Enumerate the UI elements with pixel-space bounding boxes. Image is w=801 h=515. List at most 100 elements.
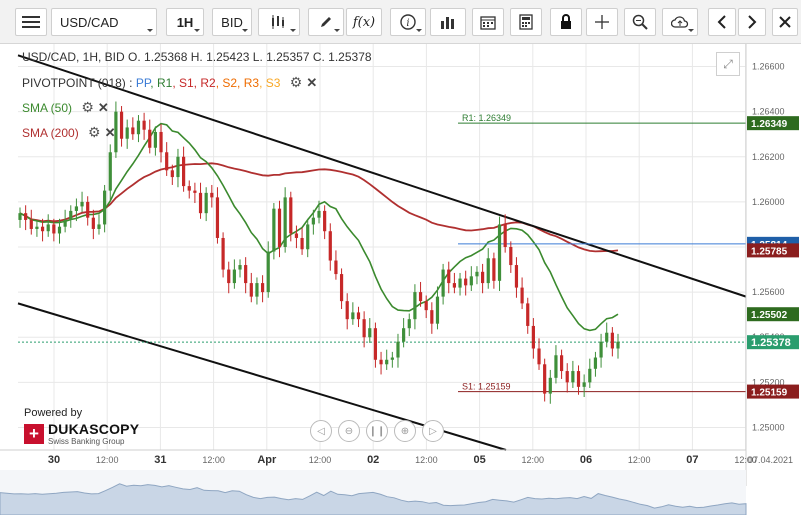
pivot-label: PIVOTPOINT (018): [22, 76, 126, 90]
info-icon[interactable]: i: [390, 8, 426, 36]
x-tick-label: 31: [154, 454, 166, 466]
candle-body: [593, 357, 598, 369]
zoom-icon[interactable]: [624, 8, 656, 36]
function-icon[interactable]: f(x): [346, 8, 382, 36]
pause-icon[interactable]: ❙❙: [366, 420, 388, 442]
candle: [599, 333, 603, 368]
candle: [497, 216, 502, 291]
candle: [283, 187, 287, 253]
x-tick-label: 05: [473, 454, 485, 466]
candle-body: [548, 377, 552, 394]
cloud-upload-icon[interactable]: [662, 8, 698, 36]
candle-body: [283, 197, 287, 247]
price-tag-label: 1.25159: [751, 388, 788, 399]
y-tick-label: 1.25600: [752, 287, 785, 297]
candle: [232, 259, 236, 289]
candle-body: [18, 213, 22, 220]
candle-body: [63, 219, 67, 227]
candle-body: [108, 152, 112, 191]
candle: [334, 250, 338, 280]
candle-body: [486, 258, 490, 284]
candle-body: [260, 283, 265, 293]
zoom-in-icon[interactable]: ⊕: [394, 420, 416, 442]
candle: [379, 351, 383, 375]
candle: [475, 266, 479, 285]
candle-body: [492, 258, 496, 281]
candle-body: [170, 170, 174, 178]
candle: [210, 184, 214, 208]
candle-body: [232, 269, 236, 284]
candle: [323, 205, 327, 240]
chevron-left-icon[interactable]: ◁: [310, 420, 332, 442]
candle-body: [187, 186, 191, 191]
candle-body: [418, 292, 423, 302]
ohlc-readout: USD/CAD, 1H, BID O. 1.25368 H. 1.25423 L…: [22, 50, 372, 64]
close-icon[interactable]: ✕: [105, 125, 116, 141]
hamburger-menu-icon[interactable]: [15, 8, 47, 36]
candle-body: [40, 226, 45, 232]
calculator-icon[interactable]: [510, 8, 542, 36]
candle-body: [599, 341, 603, 358]
candle: [198, 182, 203, 219]
timeframe-selector[interactable]: 1H: [166, 8, 204, 36]
candle-body: [447, 269, 451, 284]
price-tag: 1.25159: [747, 384, 799, 399]
instrument-selector[interactable]: USD/CAD: [51, 8, 157, 36]
candle: [272, 203, 276, 260]
candle-body: [576, 371, 581, 387]
candle-body: [520, 287, 524, 304]
brand-sub: Swiss Banking Group: [48, 437, 125, 446]
candle-body: [582, 382, 586, 387]
candle: [193, 182, 197, 204]
pivot-item: , R3: [237, 76, 260, 90]
candle: [503, 214, 507, 253]
candle-body: [317, 210, 321, 218]
candle-body: [69, 210, 73, 220]
candle: [610, 327, 614, 357]
candle: [182, 146, 186, 192]
calendar-icon[interactable]: [472, 8, 504, 36]
candle: [402, 318, 406, 348]
candle-body: [119, 111, 124, 139]
candle-body: [86, 201, 90, 218]
candle: [526, 297, 530, 334]
candle: [588, 358, 592, 388]
zoom-out-icon[interactable]: ⊖: [338, 420, 360, 442]
bar-chart-icon[interactable]: [430, 8, 466, 36]
gear-icon[interactable]: ⚙: [290, 74, 303, 91]
crosshair-icon[interactable]: [586, 8, 618, 36]
candle: [509, 241, 513, 273]
candle-body: [379, 359, 383, 365]
candle: [260, 275, 265, 303]
lock-icon[interactable]: [550, 8, 582, 36]
candle-body: [554, 355, 558, 378]
candle-body: [441, 269, 445, 297]
pencil-icon[interactable]: [308, 8, 344, 36]
candle: [244, 257, 248, 294]
x-tick-label: 12:00: [309, 455, 332, 465]
candle: [492, 252, 496, 289]
gear-icon[interactable]: ⚙: [81, 99, 94, 116]
candle-body: [193, 190, 197, 193]
close-icon[interactable]: [772, 8, 798, 36]
candle-body: [125, 127, 129, 139]
candle: [294, 225, 299, 249]
chevron-left-icon[interactable]: [708, 8, 736, 36]
close-icon[interactable]: ✕: [98, 100, 109, 116]
price-tag-label: 1.25785: [751, 246, 788, 257]
pivot-sep: :: [125, 76, 136, 90]
candle: [328, 223, 332, 271]
expand-icon[interactable]: ⤢: [716, 52, 740, 76]
pivot-r1-label: R1: 1.26349: [462, 113, 511, 123]
chevron-right-icon[interactable]: [738, 8, 766, 36]
price-side-selector[interactable]: BID: [212, 8, 252, 36]
close-icon[interactable]: ✕: [306, 75, 317, 91]
candle-body: [311, 217, 315, 225]
candlestick-icon[interactable]: [258, 8, 300, 36]
gear-icon[interactable]: ⚙: [88, 124, 101, 141]
candle-body: [210, 192, 214, 198]
x-tick-label: 12:00: [628, 455, 651, 465]
chevron-right-icon[interactable]: ▷: [422, 420, 444, 442]
candle-body: [605, 332, 609, 342]
toolbar: USD/CAD 1H BID f(x) i: [0, 0, 801, 44]
